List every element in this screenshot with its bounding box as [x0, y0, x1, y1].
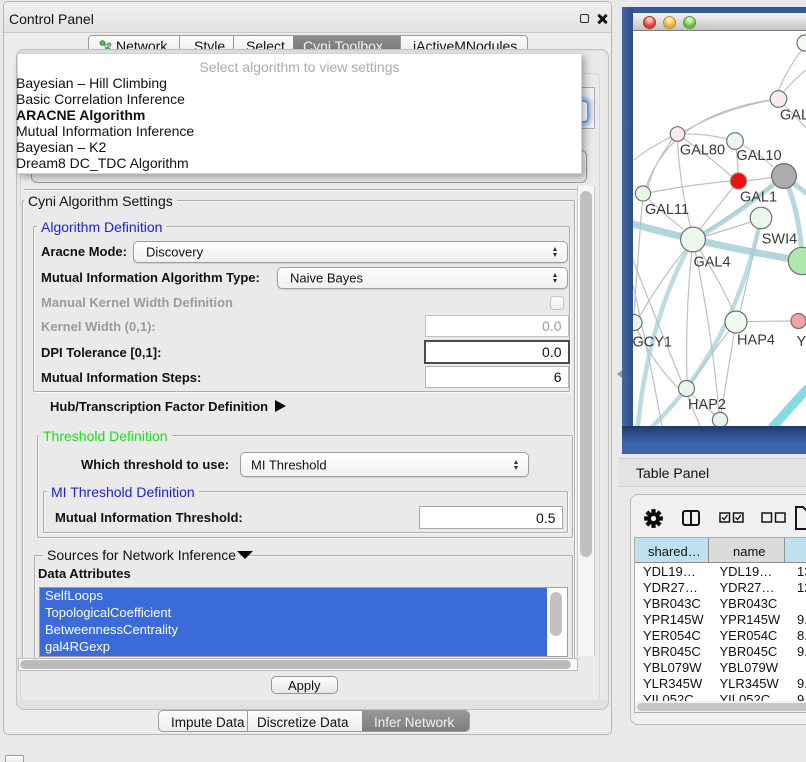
svg-text:HAP4: HAP4 [737, 333, 775, 349]
svg-text:GAL4: GAL4 [693, 255, 730, 271]
svg-text:HAP2: HAP2 [688, 397, 726, 413]
svg-text:YML: YML [797, 334, 806, 350]
svg-text:GAL11: GAL11 [645, 202, 689, 218]
svg-text:GAL80: GAL80 [680, 143, 725, 159]
svg-text:GAL2: GAL2 [780, 108, 806, 124]
svg-text:GAL10: GAL10 [736, 148, 781, 164]
svg-text:SWI4: SWI4 [762, 232, 797, 248]
svg-text:GCY1: GCY1 [633, 335, 672, 351]
svg-text:GAL1: GAL1 [740, 190, 777, 206]
